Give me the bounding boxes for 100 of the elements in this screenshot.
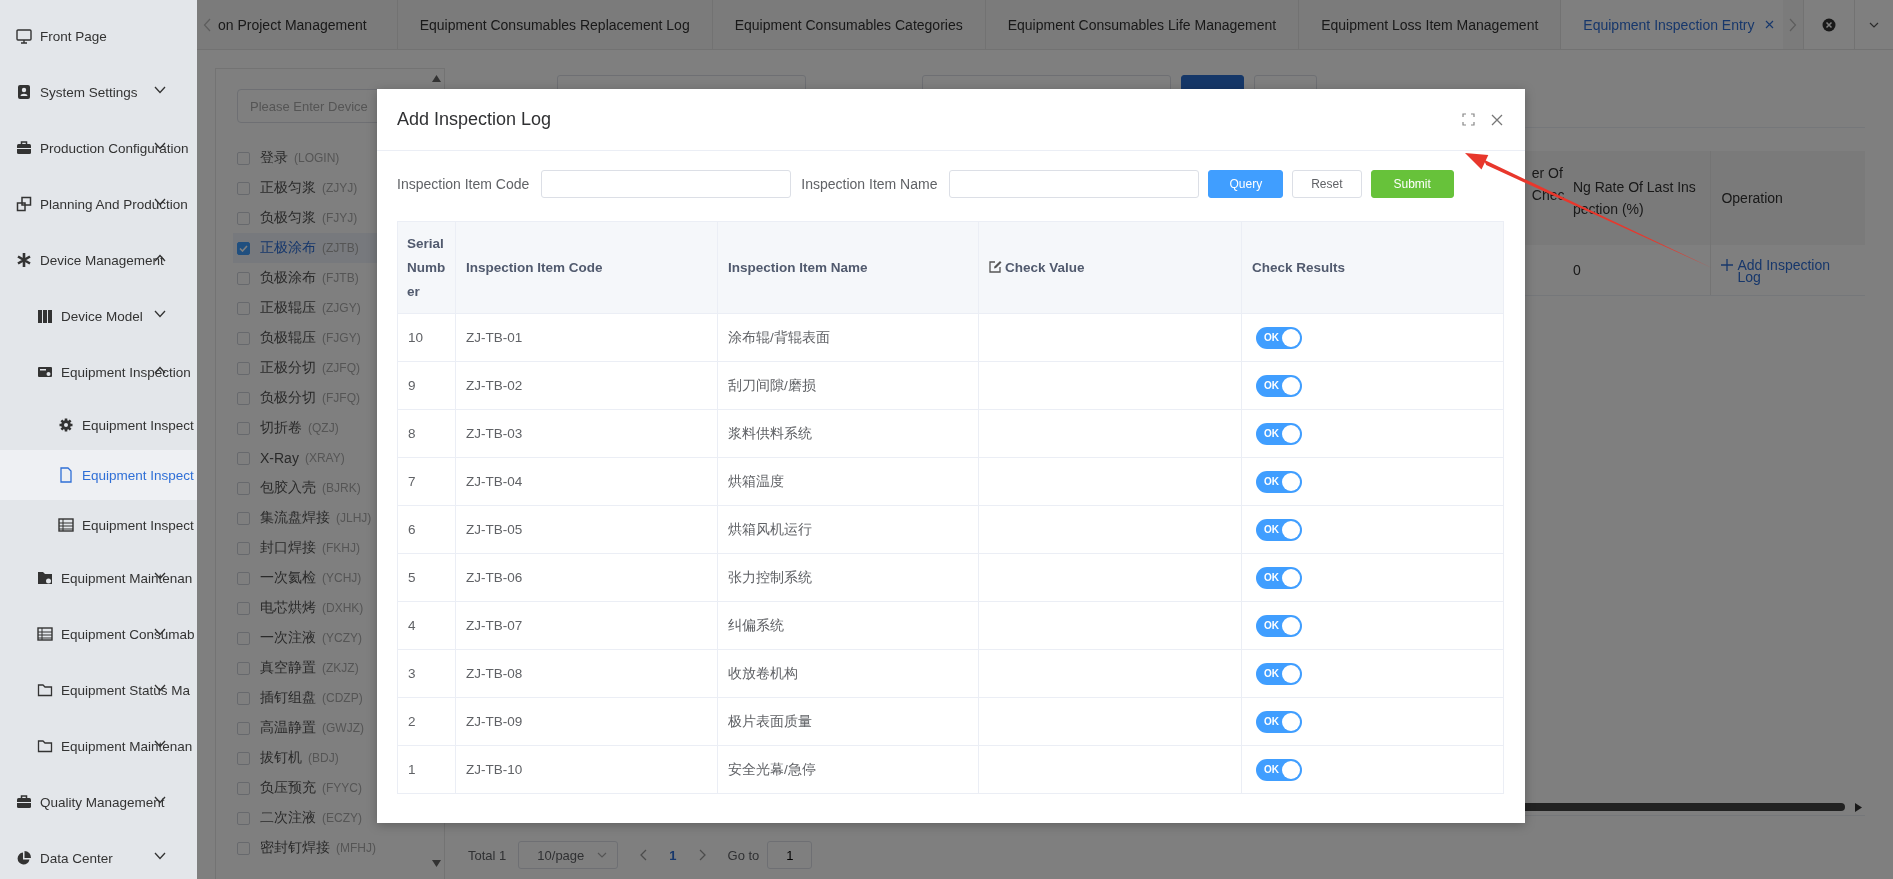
- checkbox[interactable]: [237, 511, 250, 525]
- checkbox[interactable]: [237, 751, 250, 765]
- reset-button[interactable]: Reset: [1292, 170, 1362, 198]
- table-cell: 安全光幕/急停: [717, 745, 979, 794]
- chevron-left-icon[interactable]: [640, 849, 648, 861]
- checkbox[interactable]: [237, 811, 250, 825]
- tab[interactable]: Equipment Consumables Life Management: [985, 0, 1300, 49]
- checkbox[interactable]: [237, 241, 250, 255]
- table-cell: 3: [397, 649, 456, 698]
- checkbox[interactable]: [237, 361, 250, 375]
- edit-icon: [989, 259, 1002, 273]
- close-icon[interactable]: [1764, 20, 1774, 29]
- toggle-switch[interactable]: OK: [1256, 758, 1302, 781]
- scroll-up-icon[interactable]: [432, 75, 441, 82]
- sidebar-item[interactable]: Production Configuration: [0, 120, 197, 176]
- card-icon: [37, 364, 53, 380]
- goto-field[interactable]: 1: [767, 841, 813, 869]
- submit-button[interactable]: Submit: [1370, 170, 1454, 198]
- sidebar-item[interactable]: Equipment Maintenan: [0, 550, 197, 606]
- checkbox[interactable]: [237, 721, 250, 735]
- sidebar-item[interactable]: Planning And Production: [0, 176, 197, 232]
- checkbox[interactable]: [237, 691, 250, 705]
- close-icon[interactable]: [1491, 113, 1503, 126]
- checkbox[interactable]: [237, 481, 250, 495]
- table-icon: [37, 626, 53, 642]
- checkbox[interactable]: [237, 601, 250, 615]
- monitor-icon: [16, 28, 32, 44]
- checkbox[interactable]: [237, 781, 250, 795]
- maximize-icon[interactable]: [1462, 113, 1475, 126]
- sidebar-item[interactable]: Device Management: [0, 232, 197, 288]
- scroll-right-icon[interactable]: [1855, 802, 1862, 812]
- gear-icon: [58, 417, 74, 433]
- toggle-switch[interactable]: OK: [1256, 422, 1302, 445]
- sidebar-item[interactable]: Front Page: [0, 8, 197, 64]
- field-label: Inspection Item Code: [397, 176, 530, 192]
- checkbox[interactable]: [237, 181, 250, 195]
- checkbox[interactable]: [237, 571, 250, 585]
- tab[interactable]: Equipment Consumables Replacement Log: [397, 0, 713, 49]
- sidebar-item[interactable]: Device Model: [0, 288, 197, 344]
- input-field[interactable]: [949, 170, 1200, 198]
- tab[interactable]: Equipment Inspection Entry: [1561, 0, 1783, 49]
- query-button[interactable]: Query: [1208, 170, 1284, 198]
- table-cell: 收放卷机构: [717, 649, 979, 698]
- table-cell: 4: [397, 601, 456, 650]
- toggle-switch[interactable]: OK: [1256, 518, 1302, 541]
- field-label: Inspection Item Name: [801, 176, 938, 192]
- table-cell: 极片表面质量: [717, 697, 979, 746]
- input-field[interactable]: [541, 170, 792, 198]
- sidebar-item[interactable]: Equipment Inspect: [0, 400, 197, 450]
- toggle-switch[interactable]: OK: [1256, 710, 1302, 733]
- table-cell: 1: [397, 745, 456, 794]
- sidebar-item[interactable]: Equipment Inspect: [0, 450, 197, 500]
- books-icon: [37, 308, 53, 324]
- chevron-left-icon[interactable]: [203, 17, 211, 32]
- sidebar-item[interactable]: System Settings: [0, 64, 197, 120]
- toggle-switch[interactable]: OK: [1256, 374, 1302, 397]
- toggle-switch[interactable]: OK: [1256, 566, 1302, 589]
- sidebar-item[interactable]: Equipment Inspection: [0, 344, 197, 400]
- chevron-right-icon[interactable]: [698, 849, 706, 861]
- table-cell: 9: [397, 361, 456, 410]
- column-header: Inspection Item Code: [455, 221, 718, 314]
- toggle-switch[interactable]: OK: [1256, 662, 1302, 685]
- column-header: Check Value: [1005, 259, 1085, 275]
- checkbox[interactable]: [237, 331, 250, 345]
- table-cell: ZJ-TB-05: [455, 505, 718, 554]
- page-number[interactable]: 1: [669, 847, 677, 863]
- windows-icon: [16, 196, 32, 212]
- sidebar-item[interactable]: Equipment Maintenan: [0, 718, 197, 774]
- checkbox[interactable]: [237, 301, 250, 315]
- table-cell: 2: [397, 697, 456, 746]
- tab[interactable]: on Project Management: [215, 0, 398, 49]
- column-header: Serial Number: [397, 221, 456, 314]
- table-cell: 6: [397, 505, 456, 554]
- checkbox[interactable]: [237, 211, 250, 225]
- checkbox[interactable]: [237, 391, 250, 405]
- toggle-switch[interactable]: OK: [1256, 614, 1302, 637]
- sidebar-item[interactable]: Quality Management: [0, 774, 197, 830]
- toggle-switch[interactable]: OK: [1256, 326, 1302, 349]
- sidebar-item[interactable]: Equipment Inspect: [0, 500, 197, 550]
- page-size-select[interactable]: 10/page: [518, 841, 619, 869]
- checkbox[interactable]: [237, 451, 250, 465]
- sidebar-item[interactable]: Equipment Status Ma: [0, 662, 197, 718]
- checkbox[interactable]: [237, 271, 250, 285]
- table-cell: 涂布辊/背辊表面: [717, 313, 979, 362]
- checkbox[interactable]: [237, 661, 250, 675]
- add-inspection-log-link[interactable]: Add Inspection Log: [1721, 258, 1855, 283]
- toggle-switch[interactable]: OK: [1256, 470, 1302, 493]
- plus-icon: [1721, 258, 1734, 271]
- checkbox[interactable]: [237, 631, 250, 645]
- sidebar-item[interactable]: Equipment Consumab: [0, 606, 197, 662]
- chevron-right-icon[interactable]: [1789, 17, 1797, 32]
- checkbox[interactable]: [237, 841, 250, 855]
- checkbox[interactable]: [237, 541, 250, 555]
- chevron-down-icon: [1869, 21, 1879, 28]
- sidebar-item[interactable]: Data Center: [0, 830, 197, 879]
- checkbox[interactable]: [237, 421, 250, 435]
- checkbox[interactable]: [237, 151, 250, 165]
- tab[interactable]: Equipment Consumables Categories: [712, 0, 986, 49]
- close-all-button[interactable]: [1803, 0, 1854, 49]
- scroll-down-icon[interactable]: [432, 860, 441, 867]
